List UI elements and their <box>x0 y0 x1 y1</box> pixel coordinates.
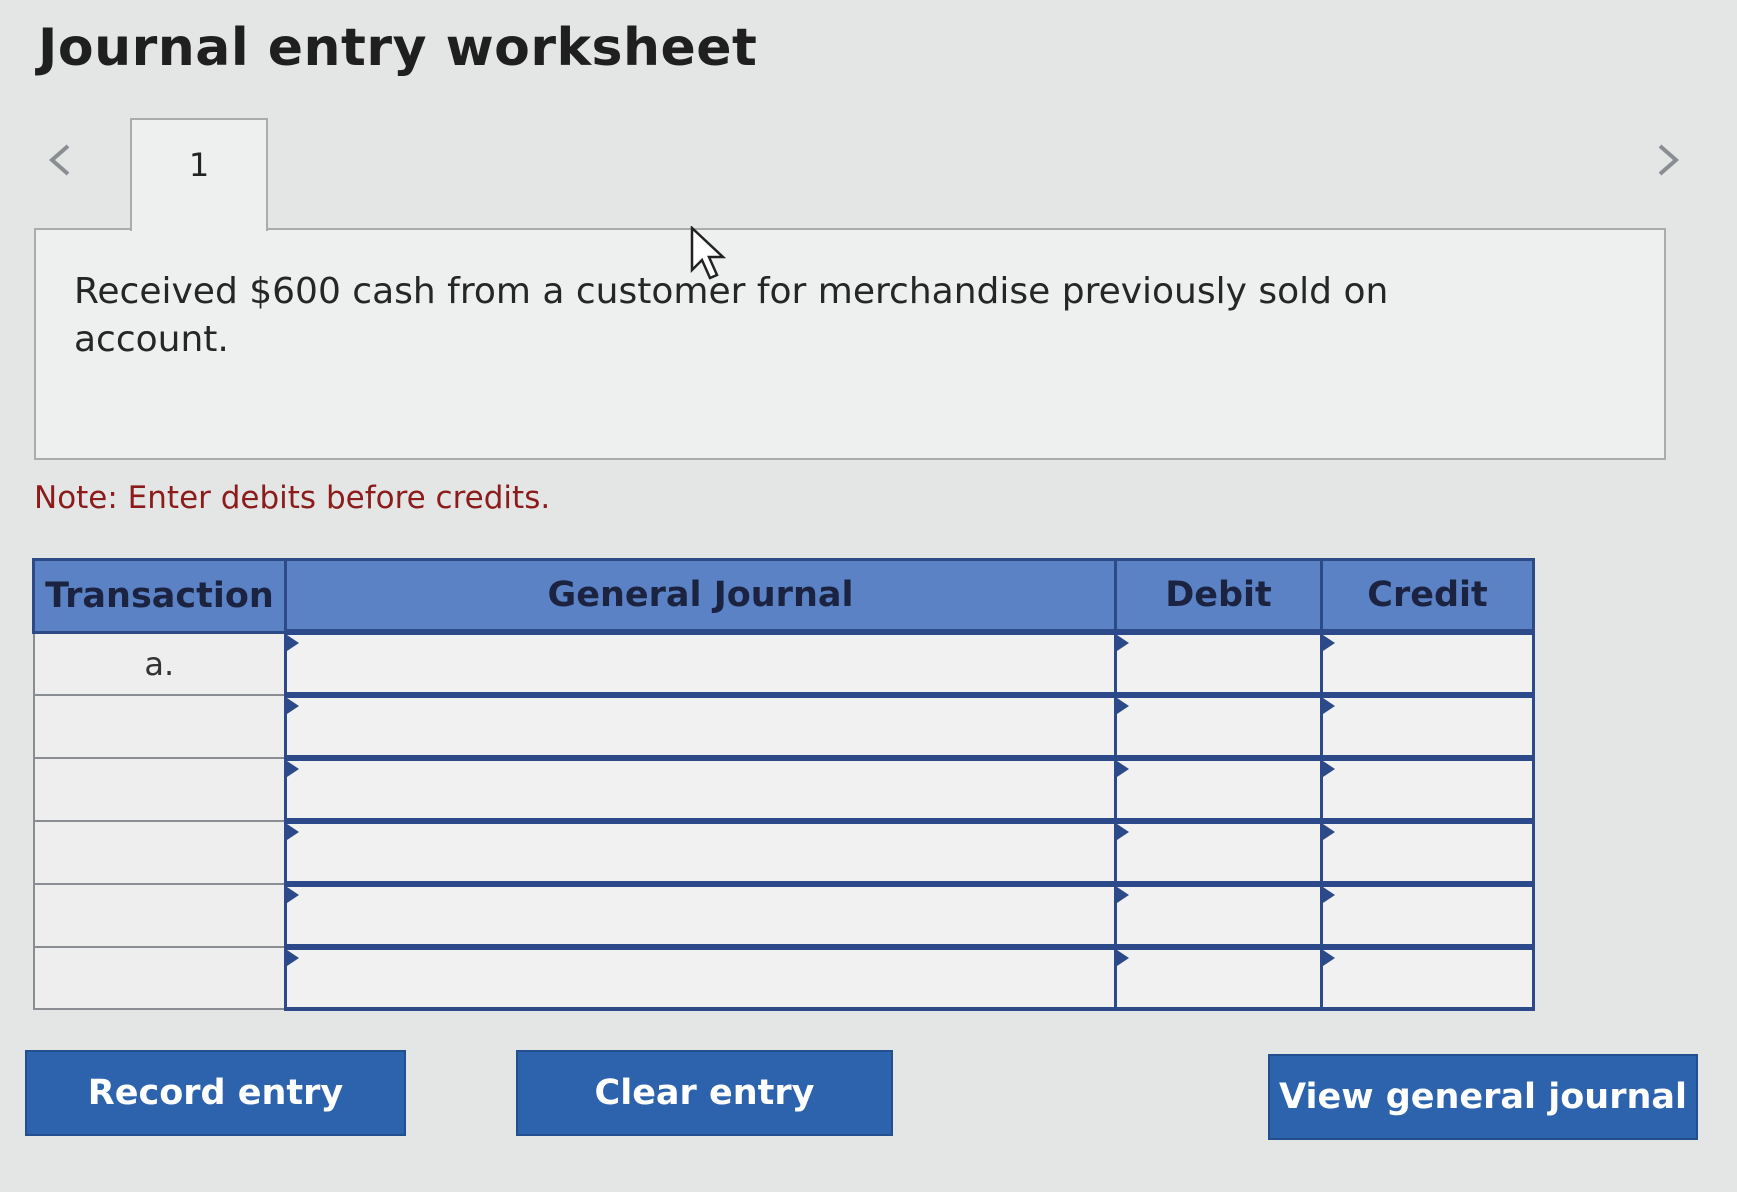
debit-input[interactable] <box>1117 950 1320 1007</box>
table-row <box>32 881 1535 948</box>
transaction-cell <box>32 946 287 1010</box>
transaction-cell <box>32 820 287 885</box>
debit-cell <box>1114 944 1323 1011</box>
general-journal-cell <box>284 692 1117 759</box>
credit-input[interactable] <box>1323 824 1532 881</box>
credit-cell <box>1320 755 1535 822</box>
question-text: Received $600 cash from a customer for m… <box>74 271 1389 360</box>
view-general-journal-button[interactable]: View general journal <box>1268 1054 1698 1140</box>
table-row <box>32 818 1535 885</box>
general-journal-cell <box>284 881 1117 948</box>
header-transaction: Transaction <box>32 558 287 634</box>
credit-input[interactable] <box>1323 761 1532 818</box>
general-journal-input[interactable] <box>287 698 1114 755</box>
chevron-right-icon[interactable] <box>1648 140 1688 180</box>
record-entry-button[interactable]: Record entry <box>25 1050 406 1136</box>
credit-cell <box>1320 629 1535 696</box>
general-journal-cell <box>284 818 1117 885</box>
tab-1[interactable]: 1 <box>130 118 268 231</box>
general-journal-input[interactable] <box>287 635 1114 692</box>
credit-cell <box>1320 692 1535 759</box>
debit-input[interactable] <box>1117 887 1320 944</box>
journal-table: Transaction General Journal Debit Credit… <box>32 558 1535 1011</box>
credit-input[interactable] <box>1323 887 1532 944</box>
credit-cell <box>1320 881 1535 948</box>
credit-input[interactable] <box>1323 698 1532 755</box>
page-title: Journal entry worksheet <box>38 18 758 78</box>
credit-cell <box>1320 818 1535 885</box>
debit-cell <box>1114 755 1323 822</box>
debit-cell <box>1114 881 1323 948</box>
transaction-cell <box>32 757 287 822</box>
header-general-journal: General Journal <box>284 558 1117 634</box>
clear-entry-button[interactable]: Clear entry <box>516 1050 893 1136</box>
transaction-cell: a. <box>32 631 287 696</box>
debit-cell <box>1114 692 1323 759</box>
chevron-left-icon[interactable] <box>40 140 80 180</box>
table-header-row: Transaction General Journal Debit Credit <box>32 558 1535 634</box>
transaction-cell <box>32 694 287 759</box>
transaction-cell <box>32 883 287 948</box>
credit-cell <box>1320 944 1535 1011</box>
general-journal-input[interactable] <box>287 887 1114 944</box>
general-journal-input[interactable] <box>287 824 1114 881</box>
credit-input[interactable] <box>1323 635 1532 692</box>
header-debit: Debit <box>1114 558 1323 634</box>
general-journal-cell <box>284 629 1117 696</box>
header-credit: Credit <box>1320 558 1535 634</box>
debit-cell <box>1114 818 1323 885</box>
question-panel: Received $600 cash from a customer for m… <box>34 228 1666 460</box>
debit-cell <box>1114 629 1323 696</box>
table-row <box>32 692 1535 759</box>
table-row: a. <box>32 629 1535 696</box>
debit-input[interactable] <box>1117 761 1320 818</box>
table-row <box>32 944 1535 1011</box>
general-journal-input[interactable] <box>287 950 1114 1007</box>
general-journal-cell <box>284 944 1117 1011</box>
debit-input[interactable] <box>1117 635 1320 692</box>
table-row <box>32 755 1535 822</box>
general-journal-cell <box>284 755 1117 822</box>
debit-input[interactable] <box>1117 698 1320 755</box>
tab-label: 1 <box>188 146 210 184</box>
note-text: Note: Enter debits before credits. <box>34 480 551 516</box>
general-journal-input[interactable] <box>287 761 1114 818</box>
mouse-cursor-icon <box>690 225 730 282</box>
debit-input[interactable] <box>1117 824 1320 881</box>
credit-input[interactable] <box>1323 950 1532 1007</box>
